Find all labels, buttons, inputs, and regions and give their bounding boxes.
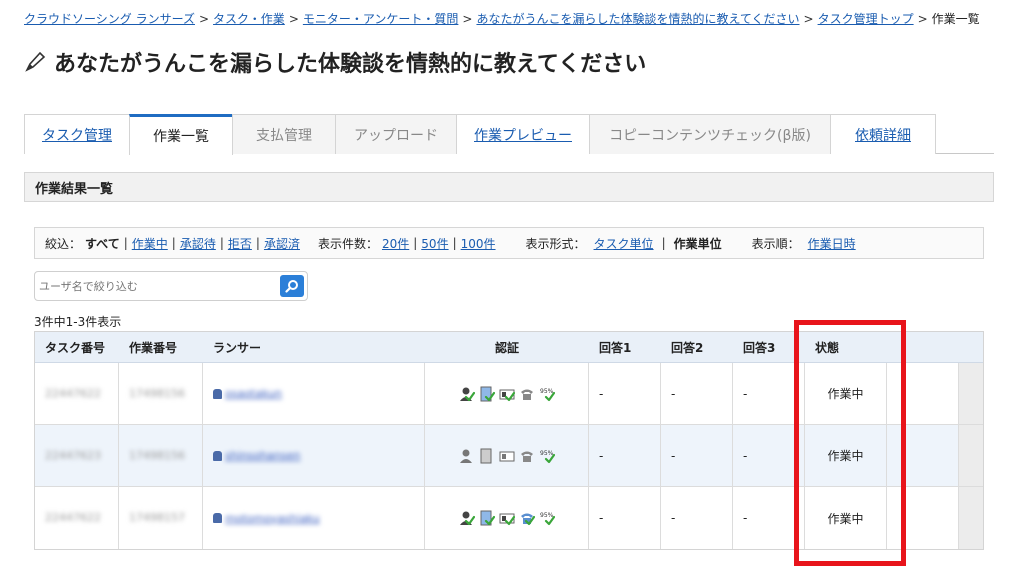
breadcrumb-link-task-work[interactable]: タスク・作業 <box>213 12 285 26</box>
task-number: 22447622 <box>45 386 101 400</box>
search-icon <box>285 280 298 293</box>
header-answer1: 回答1 <box>599 340 632 355</box>
header-work-no: 作業番号 <box>129 340 178 355</box>
breadcrumb: クラウドソーシング ランサーズ > タスク・作業 > モニター・アンケート・質問 > あなた… <box>24 12 980 26</box>
order-work-date[interactable]: 作業日時 <box>808 235 856 252</box>
filter-bar: 絞込： すべて | 作業中 | 承認待 | 拒否 | 承認済 表示件数： 20件 | 50… <box>34 227 984 259</box>
svg-text:95%: 95% <box>540 512 554 519</box>
card-verified-icon <box>499 451 514 461</box>
count-50[interactable]: 50件 <box>421 235 448 252</box>
tab-work-list[interactable]: 作業一覧 <box>129 114 233 155</box>
answer2: - <box>661 425 733 486</box>
page-title-text: あなたがうんこを漏らした体験談を情熱的に教えてください <box>54 52 647 77</box>
answer2: - <box>661 363 733 424</box>
phone-verified-icon <box>520 389 533 400</box>
rate-95-icon: 95% <box>540 450 555 463</box>
tab-request-detail[interactable]: 依頼詳細 <box>830 114 936 154</box>
result-count: 3件中1-3件表示 <box>34 315 122 329</box>
user-icon <box>213 388 222 399</box>
count-100[interactable]: 100件 <box>461 235 496 252</box>
verification-icons: 95% <box>459 510 555 526</box>
tab-upload: アップロード <box>335 114 457 154</box>
task-number: 22447623 <box>45 448 101 462</box>
work-number: 17498156 <box>129 386 185 400</box>
filter-approved[interactable]: 承認済 <box>264 235 300 252</box>
breadcrumb-current: 作業一覧 <box>931 12 980 26</box>
filter-in-progress[interactable]: 作業中 <box>132 235 168 252</box>
answer2: - <box>661 487 733 549</box>
card-verified-icon <box>499 513 515 526</box>
search-button[interactable] <box>280 275 304 297</box>
tab-payment: 支払管理 <box>232 114 336 154</box>
breadcrumb-link-task[interactable]: あなたがうんこを漏らした体験談を情熱的に教えてください <box>476 12 799 26</box>
document-verified-icon <box>480 448 491 463</box>
user-search <box>34 271 308 301</box>
verification-icons: 95% <box>459 386 555 402</box>
section-title: 作業結果一覧 <box>35 181 114 197</box>
phone-verified-icon <box>520 513 535 526</box>
lancer-name-link[interactable]: osaotakun <box>225 387 282 400</box>
identity-verified-icon <box>459 511 475 526</box>
pen-icon <box>22 49 48 75</box>
format-label: 表示形式： <box>525 236 586 251</box>
tab-preview[interactable]: 作業プレビュー <box>456 114 590 154</box>
order-label: 表示順： <box>751 236 800 251</box>
identity-verified-icon <box>459 387 475 401</box>
header-lancer: ランサー <box>213 340 262 355</box>
document-verified-icon <box>480 386 495 401</box>
verification-icons: 95% <box>459 448 555 464</box>
work-number: 17498156 <box>129 448 185 462</box>
tab-bar: タスク管理 作業一覧 支払管理 アップロード 作業プレビュー コピーコンテンツチ… <box>24 114 994 155</box>
lancer-name-link[interactable]: motomoyashiaku <box>225 512 320 525</box>
answer1: - <box>589 363 661 424</box>
breadcrumb-link-task-top[interactable]: タスク管理トップ <box>818 12 914 26</box>
user-icon <box>213 513 222 523</box>
header-answer2: 回答2 <box>671 340 704 355</box>
filter-rejected[interactable]: 拒否 <box>228 235 252 252</box>
header-task-no: タスク番号 <box>45 340 106 355</box>
breadcrumb-link-lancers[interactable]: クラウドソーシング ランサーズ <box>24 12 195 26</box>
task-number: 22447622 <box>45 511 101 524</box>
phone-verified-icon <box>520 451 533 462</box>
identity-verified-icon <box>459 449 472 463</box>
answer1: - <box>589 487 661 549</box>
count-label: 表示件数： <box>317 236 378 251</box>
status-highlight-box <box>794 320 906 566</box>
user-search-input[interactable] <box>39 276 277 296</box>
card-verified-icon <box>499 389 515 401</box>
section-header: 作業結果一覧 <box>24 172 994 202</box>
filter-label: 絞込： <box>45 236 82 251</box>
work-number: 17498157 <box>129 511 185 524</box>
format-task-unit[interactable]: タスク単位 <box>594 235 654 252</box>
header-verified: 認証 <box>494 340 519 355</box>
format-work-unit: 作業単位 <box>673 236 722 251</box>
rate-95-icon: 95% <box>540 388 555 401</box>
tab-task-management[interactable]: タスク管理 <box>24 114 130 154</box>
user-icon <box>213 450 222 461</box>
count-20[interactable]: 20件 <box>382 235 409 252</box>
document-verified-icon <box>480 510 495 526</box>
answer1: - <box>589 425 661 486</box>
page-title: あなたがうんこを漏らした体験談を情熱的に教えてください <box>22 46 646 78</box>
rate-95-icon: 95% <box>540 512 555 526</box>
breadcrumb-link-monitor[interactable]: モニター・アンケート・質問 <box>303 12 459 26</box>
svg-text:95%: 95% <box>540 450 554 457</box>
svg-text:95%: 95% <box>540 388 554 395</box>
tab-copy-check: コピーコンテンツチェック(β版) <box>589 114 831 154</box>
lancer-name-link[interactable]: shinsohansen <box>225 449 300 462</box>
filter-current: すべて <box>85 236 120 251</box>
filter-waiting[interactable]: 承認待 <box>180 235 216 252</box>
